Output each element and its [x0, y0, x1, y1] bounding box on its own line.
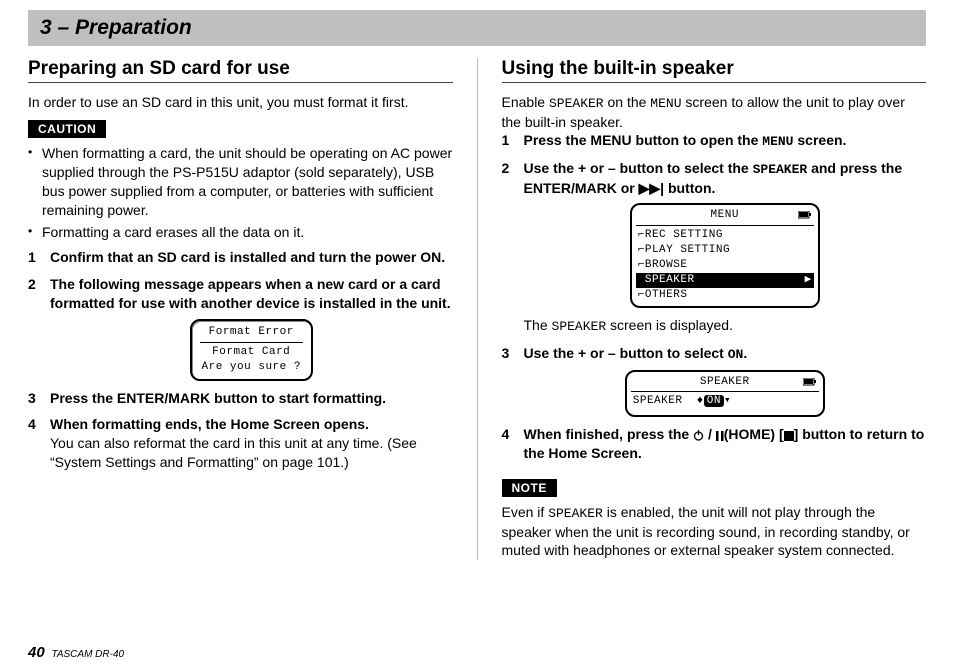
- lcd-text: SPEAKER: [548, 506, 603, 521]
- lcd-text: SPEAKER: [549, 96, 604, 111]
- caution-badge: CAUTION: [28, 120, 106, 138]
- lcd-screenshot: MENU ⌐REC SETTING⌐PLAY SETTING⌐BROWSE SP…: [524, 203, 927, 308]
- lcd-screenshot: Format Error Format Card Are you sure ?: [50, 319, 453, 381]
- chapter-bar: 3 – Preparation: [28, 10, 926, 46]
- step-item: The following message appears when a new…: [28, 275, 453, 380]
- note-badge: NOTE: [502, 479, 557, 497]
- battery-icon: [803, 375, 817, 390]
- power-icon: [693, 426, 704, 442]
- step-text: Use the + or – button to select the SPEA…: [524, 159, 927, 197]
- value-pill: ON: [704, 395, 724, 407]
- step-item: When finished, press the / (HOME) [] but…: [502, 425, 927, 463]
- step-item: Press the MENU button to open the MENU s…: [502, 131, 927, 151]
- lcd-text: MENU: [650, 96, 681, 111]
- step-item: Confirm that an SD card is installed and…: [28, 248, 453, 267]
- step-text: Press the MENU button to open the MENU s…: [524, 131, 927, 151]
- step-subtext: The SPEAKER screen is displayed.: [524, 316, 927, 336]
- page-footer: 40 TASCAM DR-40: [28, 644, 124, 661]
- steps-list: Press the MENU button to open the MENU s…: [502, 131, 927, 463]
- menu-row: ⌐OTHERS: [636, 288, 814, 303]
- lcd-screenshot: SPEAKER SPEAKER ♦ON▾: [524, 370, 927, 418]
- up-arrow-icon: ♦: [697, 395, 704, 407]
- section-title-sd: Preparing an SD card for use: [28, 58, 453, 83]
- step-item: Use the + or – button to select the SPEA…: [502, 159, 927, 336]
- fast-forward-icon: ▶▶|: [639, 180, 664, 196]
- lcd-text: SPEAKER: [552, 319, 607, 334]
- menu-rows: ⌐REC SETTING⌐PLAY SETTING⌐BROWSE SPEAKER…: [636, 228, 814, 302]
- right-column: Using the built-in speaker Enable SPEAKE…: [502, 58, 927, 560]
- pause-icon: [716, 426, 724, 442]
- screen-line: Format Card: [202, 345, 301, 360]
- step-item: Use the + or – button to select ON. SPEA…: [502, 344, 927, 417]
- speaker-row: SPEAKER ♦ON▾: [631, 394, 819, 409]
- menu-row: SPEAKER▶: [636, 273, 814, 288]
- step-text: When formatting ends, the Home Screen op…: [50, 415, 453, 434]
- step-text: Press the ENTER/MARK button to start for…: [50, 389, 453, 408]
- lcd-text: ON: [728, 347, 744, 362]
- lcd-text: MENU: [762, 134, 793, 149]
- caution-item: When formatting a card, the unit should …: [28, 144, 453, 220]
- manual-page: 3 – Preparation Preparing an SD card for…: [0, 0, 954, 671]
- steps-list: Confirm that an SD card is installed and…: [28, 248, 453, 472]
- battery-icon: [798, 208, 812, 223]
- speaker-screen: SPEAKER SPEAKER ♦ON▾: [625, 370, 825, 418]
- lcd-text: SPEAKER: [753, 162, 808, 177]
- step-text: Use the + or – button to select ON.: [524, 344, 927, 364]
- intro-text: In order to use an SD card in this unit,…: [28, 93, 453, 112]
- intro-text: Enable SPEAKER on the MENU screen to all…: [502, 93, 927, 131]
- step-text: When finished, press the / (HOME) [] but…: [524, 425, 927, 463]
- format-error-screen: Format Error Format Card Are you sure ?: [190, 319, 313, 381]
- menu-row: ⌐REC SETTING: [636, 228, 814, 243]
- note-text: Even if SPEAKER is enabled, the unit wil…: [502, 503, 927, 560]
- step-subtext: You can also reformat the card in this u…: [50, 434, 453, 472]
- section-title-speaker: Using the built-in speaker: [502, 58, 927, 83]
- menu-titlebar: MENU: [636, 208, 814, 226]
- menu-row: ⌐BROWSE: [636, 258, 814, 273]
- menu-screen: MENU ⌐REC SETTING⌐PLAY SETTING⌐BROWSE SP…: [630, 203, 820, 308]
- left-column: Preparing an SD card for use In order to…: [28, 58, 453, 560]
- screen-title: SPEAKER: [647, 375, 803, 390]
- column-divider: [477, 58, 478, 560]
- caution-item: Formatting a card erases all the data on…: [28, 223, 453, 242]
- content-columns: Preparing an SD card for use In order to…: [28, 58, 926, 560]
- down-arrow-icon: ▾: [724, 395, 731, 407]
- page-number: 40: [28, 644, 45, 661]
- menu-row: ⌐PLAY SETTING: [636, 243, 814, 258]
- menu-titlebar: SPEAKER: [631, 375, 819, 393]
- screen-line: Are you sure ?: [202, 360, 301, 375]
- screen-line: Format Error: [202, 325, 301, 340]
- step-item: When formatting ends, the Home Screen op…: [28, 415, 453, 472]
- model-name: TASCAM DR-40: [51, 649, 124, 660]
- menu-title: MENU: [652, 208, 798, 223]
- chapter-title: 3 – Preparation: [40, 16, 914, 40]
- stop-icon: [784, 426, 794, 442]
- caution-list: When formatting a card, the unit should …: [28, 144, 453, 242]
- step-text: The following message appears when a new…: [50, 275, 453, 313]
- step-item: Press the ENTER/MARK button to start for…: [28, 389, 453, 408]
- step-text: Confirm that an SD card is installed and…: [50, 248, 453, 267]
